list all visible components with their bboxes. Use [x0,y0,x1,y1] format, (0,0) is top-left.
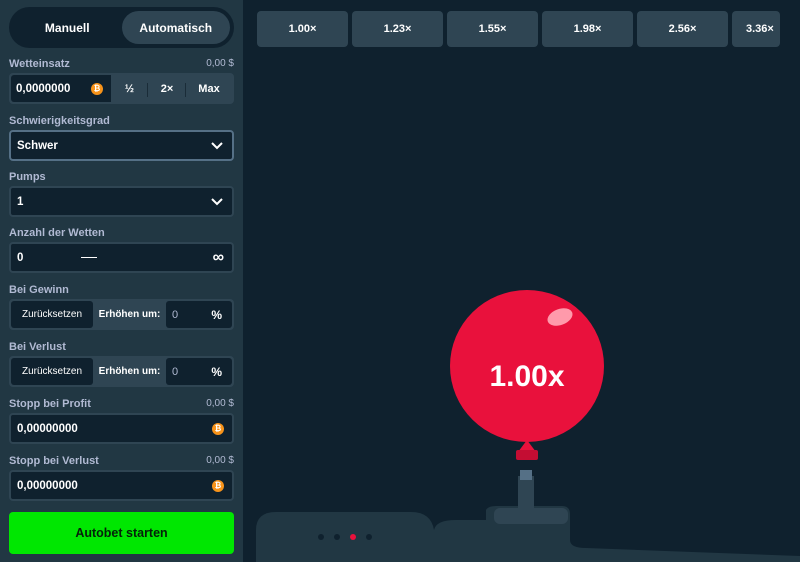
infinity-icon[interactable]: ∞ [213,249,224,267]
multiplier-chip: 1.98× [542,11,633,47]
pump-machine [256,470,800,562]
bitcoin-icon: ₿ [212,479,224,492]
on-win-increase-button[interactable]: Erhöhen um: [93,301,166,328]
num-bets-value: 0 [17,251,24,264]
on-loss-percent-input[interactable]: 0 % [166,358,232,385]
tab-automatic[interactable]: Automatisch [121,11,230,44]
pumps-label-row: Pumps [9,171,234,183]
difficulty-select[interactable]: Schwer [9,130,234,161]
stop-loss-value: 0,00000000 [17,479,78,492]
multiplier-bar: 1.00× 1.23× 1.55× 1.98× 2.56× 3.36× [257,11,780,47]
on-loss-reset-button[interactable]: Zurücksetzen [11,358,93,385]
bet-label-row: Wetteinsatz 0,00 $ [9,58,234,70]
multiplier-chip: 1.00× [257,11,348,47]
multiplier-chip: 2.56× [637,11,728,47]
stop-loss-label: Stopp bei Verlust [9,455,99,467]
on-loss-label: Bei Verlust [9,341,66,353]
double-button[interactable]: 2× [148,75,186,102]
difficulty-label-row: Schwierigkeitsgrad [9,115,234,127]
multiplier-chip: 1.23× [352,11,443,47]
stop-profit-label: Stopp bei Profit [9,398,91,410]
on-win-control: Zurücksetzen Erhöhen um: 0 % [9,299,234,330]
bitcoin-icon: ₿ [212,422,224,435]
on-win-reset-button[interactable]: Zurücksetzen [11,301,93,328]
mode-toggle: Manuell Automatisch [9,7,234,48]
bet-amount-input[interactable]: 0,0000000 ₿ [11,75,111,102]
stop-profit-label-row: Stopp bei Profit 0,00 $ [9,398,234,410]
max-button[interactable]: Max [186,75,232,102]
text-cursor [81,257,97,258]
pumps-select[interactable]: 1 [9,186,234,217]
bet-amount-field: 0,0000000 ₿ ½ 2× Max [9,73,234,104]
stop-profit-input[interactable]: 0,00000000 ₿ [9,413,234,444]
stop-profit-value: 0,00000000 [17,422,78,435]
on-win-percent-input[interactable]: 0 % [166,301,232,328]
pumps-label: Pumps [9,171,46,183]
chevron-down-icon [208,137,226,155]
num-bets-label: Anzahl der Wetten [9,227,105,239]
pagination-dot[interactable] [318,534,324,540]
on-win-label-row: Bei Gewinn [9,284,234,296]
half-button[interactable]: ½ [111,75,148,102]
stop-loss-label-row: Stopp bei Verlust 0,00 $ [9,455,234,467]
difficulty-label: Schwierigkeitsgrad [9,115,110,127]
bitcoin-icon: ₿ [91,82,103,95]
pagination-dots [318,534,372,540]
tab-manual[interactable]: Manuell [13,11,122,44]
pagination-dot-active[interactable] [350,534,356,540]
sidebar: Manuell Automatisch Wetteinsatz 0,00 $ 0… [0,0,243,562]
on-win-percent-value: 0 [172,308,179,321]
multiplier-chip: 3.36× [732,11,780,47]
balloon-multiplier-label: 1.00x [489,360,565,393]
num-bets-label-row: Anzahl der Wetten [9,227,234,239]
on-loss-label-row: Bei Verlust [9,341,234,353]
on-loss-increase-button[interactable]: Erhöhen um: [93,358,166,385]
bet-usd-value: 0,00 $ [206,58,234,69]
stop-loss-input[interactable]: 0,00000000 ₿ [9,470,234,501]
pagination-dot[interactable] [366,534,372,540]
chevron-down-icon [208,193,226,211]
bet-amount-value: 0,0000000 [16,82,71,95]
on-loss-control: Zurücksetzen Erhöhen um: 0 % [9,356,234,387]
percent-icon: % [211,364,222,379]
pagination-dot[interactable] [334,534,340,540]
stop-profit-usd-value: 0,00 $ [206,398,234,409]
on-win-label: Bei Gewinn [9,284,69,296]
percent-icon: % [211,307,222,322]
difficulty-value: Schwer [17,139,58,152]
pumps-value: 1 [17,195,24,208]
multiplier-chip: 1.55× [447,11,538,47]
autobet-start-button[interactable]: Autobet starten [9,512,234,554]
bet-label: Wetteinsatz [9,58,70,70]
on-loss-percent-value: 0 [172,365,179,378]
num-bets-input[interactable]: 0 ∞ [9,242,234,273]
stop-loss-usd-value: 0,00 $ [206,455,234,466]
